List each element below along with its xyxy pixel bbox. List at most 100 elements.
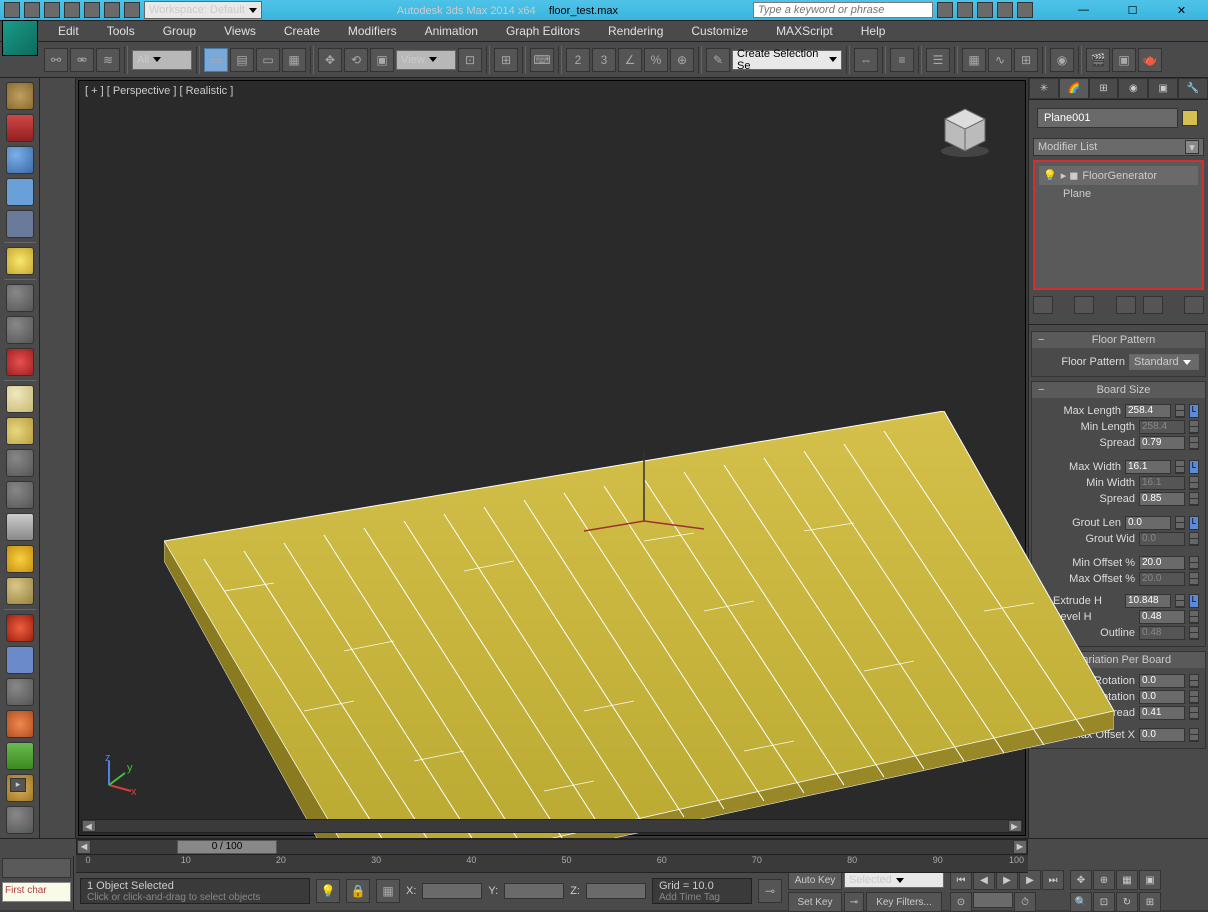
menu-modifiers[interactable]: Modifiers <box>334 21 411 41</box>
play-icon[interactable]: ▶ <box>996 870 1018 890</box>
new-icon[interactable] <box>24 2 40 18</box>
modifier-plane[interactable]: Plane <box>1039 185 1198 203</box>
y-coord-input[interactable] <box>504 883 564 899</box>
dome-icon[interactable] <box>6 417 34 445</box>
select-region-icon[interactable]: ▭ <box>256 48 280 72</box>
min-width-spinner[interactable]: 16.1 <box>1139 476 1185 490</box>
min-length-spinner[interactable]: 258.4 <box>1139 420 1185 434</box>
grout-len-spinner[interactable]: 0.0 <box>1125 516 1171 530</box>
link-icon[interactable] <box>124 2 140 18</box>
cylinder-icon[interactable] <box>6 449 34 477</box>
scale-icon[interactable]: ▣ <box>370 48 394 72</box>
trackbar-expand-icon[interactable]: ▸ <box>10 778 26 792</box>
max-viewport-icon[interactable]: ⊞ <box>1139 892 1161 912</box>
schematic-icon[interactable]: ⊞ <box>1014 48 1038 72</box>
menu-customize[interactable]: Customize <box>677 21 762 41</box>
target-icon[interactable] <box>6 316 34 344</box>
extrude-spinner[interactable]: 10.848 <box>1125 594 1171 608</box>
undo-icon[interactable] <box>84 2 100 18</box>
autokey-mode-dropdown[interactable]: Selected <box>844 872 944 888</box>
spinner-arrows[interactable] <box>1189 532 1199 546</box>
redo-icon[interactable] <box>104 2 120 18</box>
select-manipulate-icon[interactable]: ⊞ <box>494 48 518 72</box>
helper-icon[interactable] <box>6 348 34 376</box>
var-spread-spinner[interactable]: 0.41 <box>1139 706 1185 720</box>
autokey-button[interactable]: Auto Key <box>788 870 842 890</box>
set-key-icon[interactable]: ⊸ <box>844 892 864 912</box>
spinner-snap-icon[interactable]: ⊕ <box>670 48 694 72</box>
configure-sets-icon[interactable] <box>1184 296 1204 314</box>
arc-rotate-icon[interactable]: ⊕ <box>1093 870 1115 890</box>
rendered-frame-icon[interactable]: ▣ <box>1112 48 1136 72</box>
graphite-icon[interactable]: ▦ <box>962 48 986 72</box>
visibility-icon[interactable]: 💡 <box>1043 169 1057 182</box>
spinner-arrows[interactable] <box>1189 626 1199 640</box>
next-frame-icon[interactable]: ▶ <box>1019 870 1041 890</box>
max-offset-spinner[interactable]: 20.0 <box>1139 572 1185 586</box>
show-end-result-icon[interactable] <box>1074 296 1094 314</box>
selection-filter-dropdown[interactable]: All <box>132 50 192 70</box>
spinner-arrows[interactable] <box>1189 476 1199 490</box>
align-icon[interactable]: ≡ <box>890 48 914 72</box>
view-cube[interactable] <box>935 101 995 161</box>
fov-icon[interactable]: ▣ <box>1139 870 1161 890</box>
menu-tools[interactable]: Tools <box>93 21 149 41</box>
sphere-icon[interactable] <box>6 146 34 174</box>
time-next-icon[interactable]: ► <box>1013 840 1027 854</box>
grid-icon[interactable] <box>6 210 34 238</box>
grass-icon[interactable] <box>6 742 34 770</box>
spinner-arrows[interactable] <box>1189 690 1199 704</box>
prev-frame-icon[interactable]: ◀ <box>973 870 995 890</box>
time-slider[interactable]: ◄ 0 / 100 ► <box>76 839 1028 855</box>
plane-icon[interactable] <box>6 385 34 413</box>
exchange-icon[interactable] <box>977 2 993 18</box>
key-icon[interactable] <box>957 2 973 18</box>
rotate-icon[interactable]: ⟲ <box>344 48 368 72</box>
search-go-icon[interactable] <box>937 2 953 18</box>
edit-named-sel-icon[interactable]: ✎ <box>706 48 730 72</box>
pan-icon[interactable]: ✥ <box>1070 870 1092 890</box>
menu-edit[interactable]: Edit <box>44 21 93 41</box>
close-button[interactable]: ✕ <box>1159 0 1204 20</box>
zoom-icon[interactable]: 🔍 <box>1070 892 1092 912</box>
lock-icon[interactable]: L <box>1189 404 1199 418</box>
spinner-arrows[interactable] <box>1189 728 1199 742</box>
layers-icon[interactable]: ☰ <box>926 48 950 72</box>
workspace-selector[interactable]: Workspace: Default <box>144 1 262 19</box>
z-coord-input[interactable] <box>586 883 646 899</box>
menu-views[interactable]: Views <box>210 21 270 41</box>
application-logo[interactable] <box>2 20 38 56</box>
tab-motion[interactable]: ◉ <box>1118 78 1148 99</box>
goto-start-icon[interactable]: ⏮ <box>950 870 972 890</box>
min-rot-spinner[interactable]: 0.0 <box>1139 690 1185 704</box>
lock-icon[interactable]: L <box>1189 460 1199 474</box>
lock-selection-icon[interactable]: 💡 <box>316 879 340 903</box>
save-icon[interactable] <box>64 2 80 18</box>
grout-wid-spinner[interactable]: 0.0 <box>1139 532 1185 546</box>
time-ruler[interactable]: 0 10 20 30 40 50 60 70 80 90 100 <box>76 855 1028 873</box>
snap-2d-icon[interactable]: 2 <box>566 48 590 72</box>
light-icon[interactable] <box>6 247 34 275</box>
modifier-floorgenerator[interactable]: 💡 ▸ ◼ FloorGenerator <box>1039 166 1198 185</box>
max-width-spinner[interactable]: 16.1 <box>1125 460 1171 474</box>
lock-icon[interactable]: L <box>1189 594 1199 608</box>
expand-icon[interactable]: ▸ ◼ <box>1061 169 1079 182</box>
mirror-icon[interactable]: ⇔ <box>854 48 878 72</box>
favorite-icon[interactable] <box>997 2 1013 18</box>
snow-icon[interactable] <box>6 678 34 706</box>
make-unique-icon[interactable] <box>1116 296 1136 314</box>
x-coord-input[interactable] <box>422 883 482 899</box>
render-icon[interactable]: 🫖 <box>1138 48 1162 72</box>
spinner-arrows[interactable] <box>1189 706 1199 720</box>
help-search-input[interactable] <box>753 2 933 18</box>
tab-display[interactable]: ▣ <box>1148 78 1178 99</box>
tab-create[interactable]: ✳ <box>1029 78 1059 99</box>
panel-icon[interactable] <box>6 178 34 206</box>
spinner-arrows[interactable] <box>1189 436 1199 450</box>
menu-grapheditors[interactable]: Graph Editors <box>492 21 594 41</box>
max-ox-spinner[interactable]: 0.0 <box>1139 728 1185 742</box>
outline-spinner[interactable]: 0.48 <box>1139 626 1185 640</box>
sphere2-icon[interactable] <box>6 577 34 605</box>
percent-snap-icon[interactable]: % <box>644 48 668 72</box>
misc-icon[interactable] <box>6 806 34 834</box>
